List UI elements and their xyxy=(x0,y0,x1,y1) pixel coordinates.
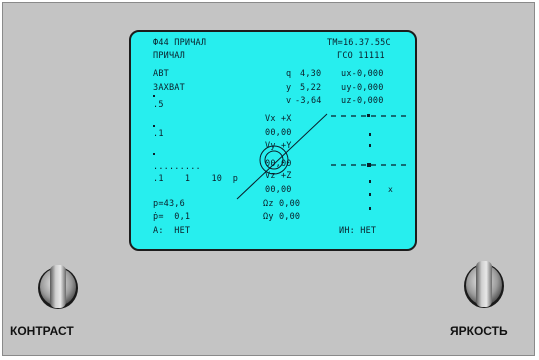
crosshair-dot xyxy=(369,144,371,147)
scale-dot xyxy=(153,125,155,127)
brightness-knob[interactable] xyxy=(459,257,509,311)
crosshair-dot xyxy=(369,133,371,136)
contrast-label: КОНТРАСТ xyxy=(10,324,74,338)
target-marker: x xyxy=(388,185,393,194)
display-screen: Ф44 ПРИЧАЛ ПРИЧАЛ АВТ ЗАХВАТ .5 .1 .....… xyxy=(129,30,417,251)
knob-icon xyxy=(464,261,504,308)
knob-icon xyxy=(38,265,78,309)
target-outer-circle xyxy=(259,145,289,175)
target-inner-circle xyxy=(264,150,284,170)
brightness-label: ЯРКОСТЬ xyxy=(450,324,508,338)
crosshair-center-dot xyxy=(367,163,371,167)
crosshair-dot xyxy=(369,193,371,196)
display-graphics: x xyxy=(153,95,411,210)
control-panel: Ф44 ПРИЧАЛ ПРИЧАЛ АВТ ЗАХВАТ .5 .1 .....… xyxy=(2,2,535,356)
crosshair-top-dot xyxy=(367,114,370,117)
scale-dot xyxy=(153,95,155,97)
approach-line xyxy=(236,113,328,200)
scale-dot xyxy=(153,153,155,155)
crosshair-dot xyxy=(369,207,371,210)
contrast-knob[interactable] xyxy=(33,261,83,311)
crosshair-dot xyxy=(369,180,371,183)
